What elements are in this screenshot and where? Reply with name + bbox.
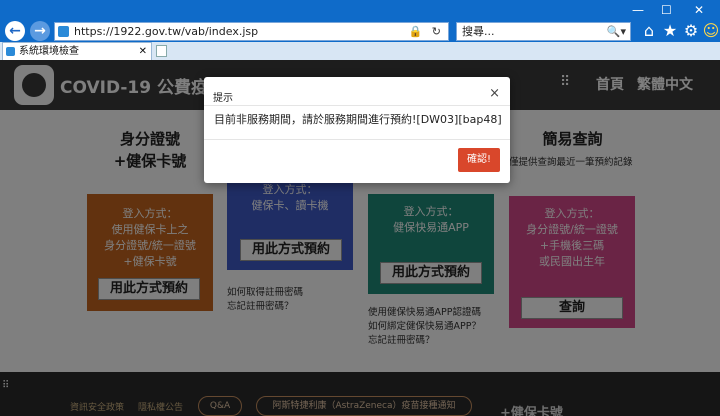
forward-button[interactable]: → (30, 21, 50, 41)
settings-gear-icon[interactable]: ⚙ (682, 22, 700, 40)
search-box[interactable]: 搜尋... 🔍▾ (456, 22, 631, 41)
dialog-title: 提示 (213, 93, 233, 104)
back-button[interactable]: ← (5, 21, 25, 41)
new-tab-button[interactable] (156, 45, 167, 57)
dialog-close-icon[interactable]: × (489, 86, 500, 101)
tab-favicon-icon (6, 47, 15, 56)
smiley-feedback-icon[interactable]: ☺ (702, 22, 720, 40)
minimize-button[interactable]: — (632, 3, 644, 17)
browser-chrome: — ☐ ✕ ← → https://1922.gov.tw/vab/index.… (0, 0, 720, 60)
dialog-divider (204, 139, 510, 140)
dialog-message: 目前非服務期間，請於服務期間進行預約![DW03][bap48] (214, 113, 502, 126)
address-url[interactable]: https://1922.gov.tw/vab/index.jsp (74, 23, 258, 40)
close-window-button[interactable]: ✕ (694, 3, 704, 17)
lock-refresh-icons[interactable]: 🔒 ↻ (409, 23, 444, 40)
tab-close-icon[interactable]: ✕ (139, 43, 147, 60)
dialog-divider (204, 105, 510, 106)
tab-active[interactable]: 系統環境檢查 ✕ (2, 42, 152, 60)
favorites-star-icon[interactable]: ★ (661, 22, 679, 40)
home-icon[interactable]: ⌂ (640, 22, 658, 40)
alert-dialog: 提示 × 目前非服務期間，請於服務期間進行預約![DW03][bap48] 確認… (204, 77, 510, 183)
search-icon[interactable]: 🔍▾ (607, 23, 626, 40)
maximize-button[interactable]: ☐ (661, 3, 672, 17)
tab-bar: 系統環境檢查 ✕ (0, 42, 720, 60)
search-placeholder[interactable]: 搜尋... (462, 23, 495, 40)
address-bar[interactable]: https://1922.gov.tw/vab/index.jsp 🔒 ↻ (54, 22, 449, 41)
confirm-button[interactable]: 確認! (458, 148, 500, 172)
site-favicon-icon (58, 26, 69, 37)
tab-title[interactable]: 系統環境檢查 (19, 43, 79, 60)
